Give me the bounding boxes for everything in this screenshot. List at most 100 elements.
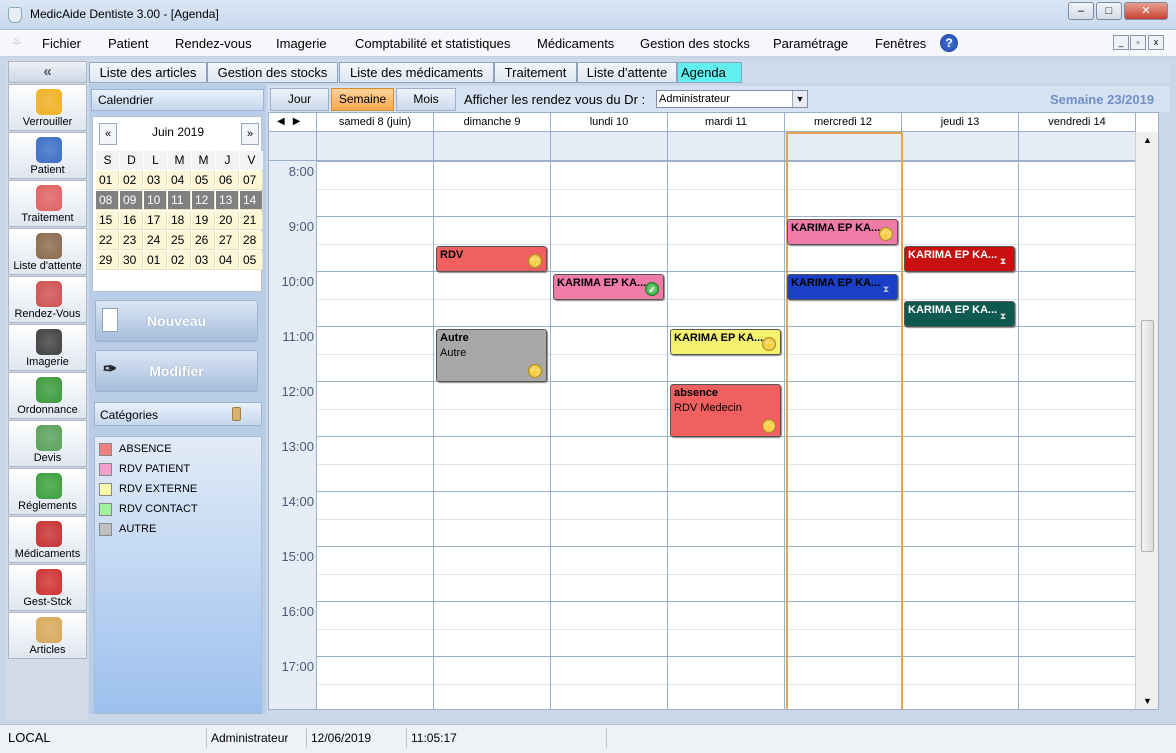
calendar-day[interactable]: 04 xyxy=(216,251,239,270)
day-header[interactable]: dimanche 9 xyxy=(434,113,551,132)
calendar-day[interactable]: 21 xyxy=(240,211,263,230)
close-button[interactable]: ✕ xyxy=(1124,2,1168,20)
sidebar-item-ordonnance[interactable]: Ordonnance xyxy=(8,372,87,419)
menu-item[interactable]: Fichier xyxy=(42,36,81,51)
scroll-thumb[interactable] xyxy=(1141,320,1154,552)
dropdown-arrow-icon[interactable]: ▼ xyxy=(792,91,807,107)
calendar-day[interactable]: 01 xyxy=(144,251,167,270)
appointment-card[interactable]: KARIMA EP KA... ✓ xyxy=(553,274,664,300)
day-header[interactable]: jeudi 13 xyxy=(902,113,1019,132)
sidebar-item-rendez-vous[interactable]: Rendez-Vous xyxy=(8,276,87,323)
calendar-day[interactable]: 28 xyxy=(240,231,263,250)
category-item[interactable]: ABSENCE xyxy=(99,442,172,458)
tab-agenda[interactable]: Agenda xyxy=(677,62,742,83)
sidebar-item-gest-stck[interactable]: Gest-Stck xyxy=(8,564,87,611)
tab-2[interactable]: Liste des médicaments xyxy=(339,62,494,83)
day-header[interactable]: lundi 10 xyxy=(551,113,668,132)
calendar-day[interactable]: 07 xyxy=(240,171,263,190)
new-appointment-button[interactable]: Nouveau xyxy=(95,300,258,342)
mdi-minimize-button[interactable]: _ xyxy=(1113,35,1129,50)
edit-appointment-button[interactable]: ✑ Modifier xyxy=(95,350,258,392)
appointment-card[interactable]: KARIMA EP KA... ⧗ xyxy=(787,274,898,300)
calendar-day[interactable]: 02 xyxy=(120,171,143,190)
calendar-day[interactable]: 25 xyxy=(168,231,191,250)
calendar-day[interactable]: 27 xyxy=(216,231,239,250)
maximize-button[interactable]: □ xyxy=(1096,2,1122,20)
calendar-day[interactable]: 05 xyxy=(240,251,263,270)
calendar-day[interactable]: 15 xyxy=(96,211,119,230)
menu-item[interactable]: Patient xyxy=(108,36,148,51)
calendar-day[interactable]: 04 xyxy=(168,171,191,190)
tab-3[interactable]: Traitement xyxy=(494,62,577,83)
menu-item[interactable]: Médicaments xyxy=(537,36,614,51)
tab-4[interactable]: Liste d'attente xyxy=(577,62,677,83)
appointment-card[interactable]: Autre Autre ⚡ xyxy=(436,329,547,382)
calendar-day[interactable]: 13 xyxy=(216,191,239,210)
sidebar-item-devis[interactable]: Devis xyxy=(8,420,87,467)
sidebar-item-patient[interactable]: Patient xyxy=(8,132,87,179)
sidebar-item-verrouiller[interactable]: Verrouiller xyxy=(8,84,87,131)
pin-icon[interactable] xyxy=(232,407,241,421)
view-week-button[interactable]: Semaine xyxy=(331,88,394,111)
scroll-up-icon[interactable]: ▲ xyxy=(1136,132,1158,149)
view-month-button[interactable]: Mois xyxy=(396,88,456,111)
calendar-day[interactable]: 30 xyxy=(120,251,143,270)
calendar-day[interactable]: 18 xyxy=(168,211,191,230)
category-item[interactable]: RDV EXTERNE xyxy=(99,482,197,498)
calendar-day[interactable]: 01 xyxy=(96,171,119,190)
calendar-day[interactable]: 19 xyxy=(192,211,215,230)
menu-item[interactable]: Gestion des stocks xyxy=(640,36,750,51)
calendar-day[interactable]: 05 xyxy=(192,171,215,190)
tab-0[interactable]: Liste des articles xyxy=(89,62,207,83)
category-item[interactable]: RDV CONTACT xyxy=(99,502,198,518)
calendar-day[interactable]: 20 xyxy=(216,211,239,230)
menu-item[interactable]: Rendez-vous xyxy=(175,36,252,51)
appointment-card[interactable]: KARIMA EP KA... ⚡ xyxy=(787,219,898,245)
menu-item[interactable]: Fenêtres xyxy=(875,36,926,51)
day-header[interactable]: mardi 11 xyxy=(668,113,785,132)
appointment-card[interactable]: KARIMA EP KA... ⧗ xyxy=(904,246,1015,272)
sidebar-item-m-dicaments[interactable]: Médicaments xyxy=(8,516,87,563)
sidebar-item-traitement[interactable]: Traitement xyxy=(8,180,87,227)
calendar-day[interactable]: 17 xyxy=(144,211,167,230)
menu-item[interactable]: Comptabilité et statistiques xyxy=(355,36,510,51)
category-item[interactable]: RDV PATIENT xyxy=(99,462,190,478)
menu-item[interactable]: Imagerie xyxy=(276,36,327,51)
appointment-card[interactable]: absence RDV Medecin ⚡ xyxy=(670,384,781,437)
day-header[interactable]: samedi 8 (juin) xyxy=(317,113,434,132)
scroll-down-icon[interactable]: ▼ xyxy=(1136,693,1158,709)
appointment-card[interactable]: KARIMA EP KA... ⧗ xyxy=(904,301,1015,327)
tab-1[interactable]: Gestion des stocks xyxy=(207,62,338,83)
calendar-day[interactable]: 02 xyxy=(168,251,191,270)
week-nav-arrows[interactable]: ◀▶ xyxy=(269,113,317,132)
calendar-day[interactable]: 06 xyxy=(216,171,239,190)
calendar-day[interactable]: 23 xyxy=(120,231,143,250)
day-header[interactable]: mercredi 12 xyxy=(785,113,902,132)
calendar-day[interactable]: 03 xyxy=(192,251,215,270)
calendar-day[interactable]: 16 xyxy=(120,211,143,230)
view-day-button[interactable]: Jour xyxy=(270,88,329,111)
collapse-sidebar-button[interactable]: « xyxy=(8,61,87,83)
calendar-day[interactable]: 29 xyxy=(96,251,119,270)
calendar-day[interactable]: 09 xyxy=(120,191,143,210)
sidebar-item-imagerie[interactable]: Imagerie xyxy=(8,324,87,371)
calendar-day[interactable]: 12 xyxy=(192,191,215,210)
sidebar-item-r-glements[interactable]: Réglements xyxy=(8,468,87,515)
day-header[interactable]: vendredi 14 xyxy=(1019,113,1136,132)
appointment-card[interactable]: KARIMA EP KA... ⚡ xyxy=(670,329,781,355)
calendar-day[interactable]: 03 xyxy=(144,171,167,190)
calendar-day[interactable]: 26 xyxy=(192,231,215,250)
menu-item[interactable]: Paramétrage xyxy=(773,36,848,51)
help-icon[interactable]: ? xyxy=(940,34,958,52)
mdi-restore-button[interactable]: ▫ xyxy=(1130,35,1146,50)
calendar-day[interactable]: 10 xyxy=(144,191,167,210)
sidebar-item-liste-d-attente[interactable]: Liste d'attente xyxy=(8,228,87,275)
appointment-card[interactable]: RDV ⚡ xyxy=(436,246,547,272)
prev-month-button[interactable]: « xyxy=(99,123,117,145)
calendar-day[interactable]: 14 xyxy=(240,191,263,210)
next-month-button[interactable]: » xyxy=(241,123,259,145)
category-item[interactable]: AUTRE xyxy=(99,522,156,538)
calendar-day[interactable]: 08 xyxy=(96,191,119,210)
mdi-close-button[interactable]: x xyxy=(1148,35,1164,50)
calendar-day[interactable]: 22 xyxy=(96,231,119,250)
